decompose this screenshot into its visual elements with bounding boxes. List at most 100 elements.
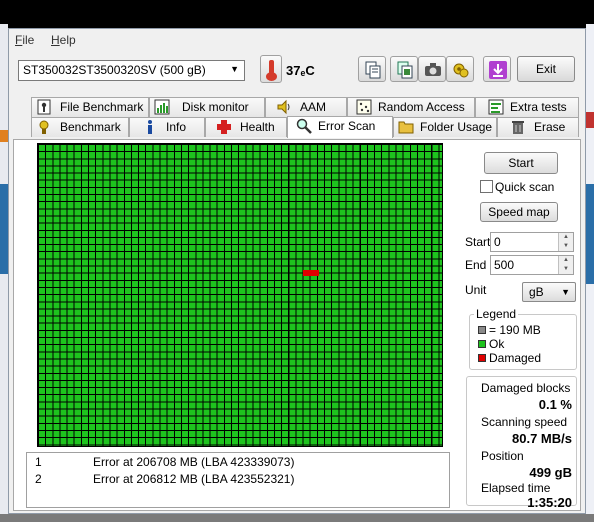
damaged-blocks-label: Damaged blocks	[481, 381, 571, 395]
spin-arrows[interactable]: ▲ ▼	[558, 256, 573, 274]
copy-icon	[365, 61, 381, 79]
tab-benchmark[interactable]: Benchmark	[31, 117, 129, 137]
options-button[interactable]	[446, 56, 474, 82]
tab-label: File Benchmark	[60, 100, 144, 114]
elapsed-time-value: 1:35:20	[527, 495, 572, 510]
scanning-speed-label: Scanning speed	[481, 415, 568, 429]
legend-damaged: Damaged	[478, 351, 541, 365]
tab-label: Health	[240, 120, 275, 134]
grid-lines	[38, 144, 442, 446]
start-input-value: 0	[494, 235, 501, 249]
magnifier-icon	[296, 118, 312, 134]
tab-file-benchmark[interactable]: File Benchmark	[31, 97, 149, 117]
elapsed-time-label: Elapsed time	[481, 481, 551, 495]
folder-icon	[398, 121, 414, 134]
temperature-readout: 37ₑC	[286, 63, 315, 78]
health-cross-icon	[217, 120, 231, 134]
tab-health[interactable]: Health	[205, 117, 287, 137]
legend-swatch-damaged	[478, 354, 486, 362]
save-button[interactable]	[483, 56, 511, 82]
copy-button[interactable]	[358, 56, 386, 82]
tab-label: AAM	[300, 100, 327, 114]
error-scan-panel: 1 Error at 206708 MB (LBA 423339073) 2 E…	[13, 139, 581, 511]
hdtune-window: File Help ST350032ST3500320SV (500 gB) ▼…	[8, 28, 586, 514]
legend-ok: Ok	[478, 337, 504, 351]
menu-help-accelerator: H	[51, 33, 60, 47]
tab-disk-monitor[interactable]: Disk monitor	[149, 97, 265, 117]
start-field-label: Start	[465, 235, 491, 249]
copy-all-button[interactable]	[390, 56, 418, 82]
info-icon	[148, 120, 152, 134]
position-value: 499 gB	[529, 465, 572, 480]
end-field-label: End	[465, 258, 487, 272]
damaged-blocks-value: 0.1 %	[538, 397, 572, 412]
legend-block-size-text: = 190 MB	[489, 323, 541, 337]
scanning-speed-value: 80.7 MB/s	[512, 431, 572, 446]
screenshot-button[interactable]	[418, 56, 446, 82]
file-benchmark-icon	[37, 99, 51, 115]
tab-label: Extra tests	[510, 100, 567, 114]
unit-select[interactable]: gB ▼	[522, 282, 576, 302]
drive-select-value: ST350032ST3500320SV (500 gB)	[23, 63, 206, 77]
toolbar: ST350032ST3500320SV (500 gB) ▼ 37ₑC Exit	[9, 51, 585, 93]
tab-label: Info	[166, 120, 187, 134]
legend: Legend = 190 MB Ok Damaged	[469, 307, 577, 370]
exit-button[interactable]: Exit	[517, 56, 575, 82]
legend-ok-text: Ok	[489, 337, 505, 351]
drive-select[interactable]: ST350032ST3500320SV (500 gB) ▼	[18, 60, 245, 81]
menu-file[interactable]: File	[15, 33, 34, 47]
legend-title: Legend	[474, 307, 519, 321]
tab-label: Error Scan	[318, 119, 376, 133]
extra-tests-icon	[488, 99, 504, 115]
error-number: 1	[35, 455, 42, 469]
error-text: Error at 206708 MB (LBA 423339073)	[93, 455, 295, 469]
tab-aam[interactable]: AAM	[265, 97, 347, 117]
unit-label: Unit	[465, 283, 487, 297]
chevron-down-icon: ▼	[561, 287, 570, 297]
benchmark-icon	[39, 120, 49, 134]
tab-label: Folder Usage	[420, 120, 493, 134]
quick-scan-checkbox[interactable]: Quick scan	[480, 180, 554, 194]
tab-folder-usage[interactable]: Folder Usage	[393, 117, 497, 137]
start-input[interactable]: 0 ▲ ▼	[490, 232, 574, 252]
menu-bar: File Help	[9, 29, 585, 51]
background-desktop-right	[586, 24, 594, 522]
tab-label: Erase	[534, 120, 566, 134]
random-access-icon	[356, 99, 372, 115]
checkbox-box[interactable]	[480, 180, 493, 193]
camera-icon	[425, 63, 441, 76]
legend-block-size: = 190 MB	[478, 323, 541, 337]
speed-map-button[interactable]: Speed map	[480, 202, 558, 222]
spin-arrows[interactable]: ▲ ▼	[558, 233, 573, 251]
list-item[interactable]: 1 Error at 206708 MB (LBA 423339073)	[27, 455, 449, 471]
end-input-value: 500	[494, 258, 515, 272]
options-icon	[453, 63, 469, 78]
error-list[interactable]: 1 Error at 206708 MB (LBA 423339073) 2 E…	[26, 452, 450, 508]
start-scan-button[interactable]: Start	[484, 152, 558, 174]
chevron-down-icon: ▼	[230, 64, 239, 74]
tab-strip: File Benchmark Disk monitor AAM Random A…	[9, 97, 585, 139]
menu-help-label: elp	[59, 33, 76, 47]
save-icon	[489, 61, 507, 79]
copy-all-icon	[397, 61, 413, 79]
position-label: Position	[481, 449, 524, 463]
quick-scan-label: Quick scan	[495, 180, 555, 194]
menu-help[interactable]: Help	[51, 33, 76, 47]
menu-file-label: ile	[22, 33, 35, 47]
list-item[interactable]: 2 Error at 206812 MB (LBA 423552321)	[27, 472, 449, 488]
end-input[interactable]: 500 ▲ ▼	[490, 255, 574, 275]
tab-extra-tests[interactable]: Extra tests	[475, 97, 579, 117]
tab-erase[interactable]: Erase	[497, 117, 579, 137]
scan-statistics: Damaged blocks 0.1 % Scanning speed 80.7…	[466, 376, 577, 510]
background-desktop-bottom	[0, 514, 594, 522]
tab-label: Disk monitor	[182, 100, 249, 114]
tab-info[interactable]: Info	[129, 117, 205, 137]
error-text: Error at 206812 MB (LBA 423552321)	[93, 472, 295, 486]
damaged-block	[311, 270, 319, 276]
tab-random-access[interactable]: Random Access	[347, 97, 475, 117]
tab-error-scan[interactable]: Error Scan	[287, 116, 393, 138]
error-number: 2	[35, 472, 42, 486]
unit-select-value: gB	[529, 285, 544, 299]
disk-monitor-icon	[154, 99, 170, 115]
damaged-block	[303, 270, 311, 276]
